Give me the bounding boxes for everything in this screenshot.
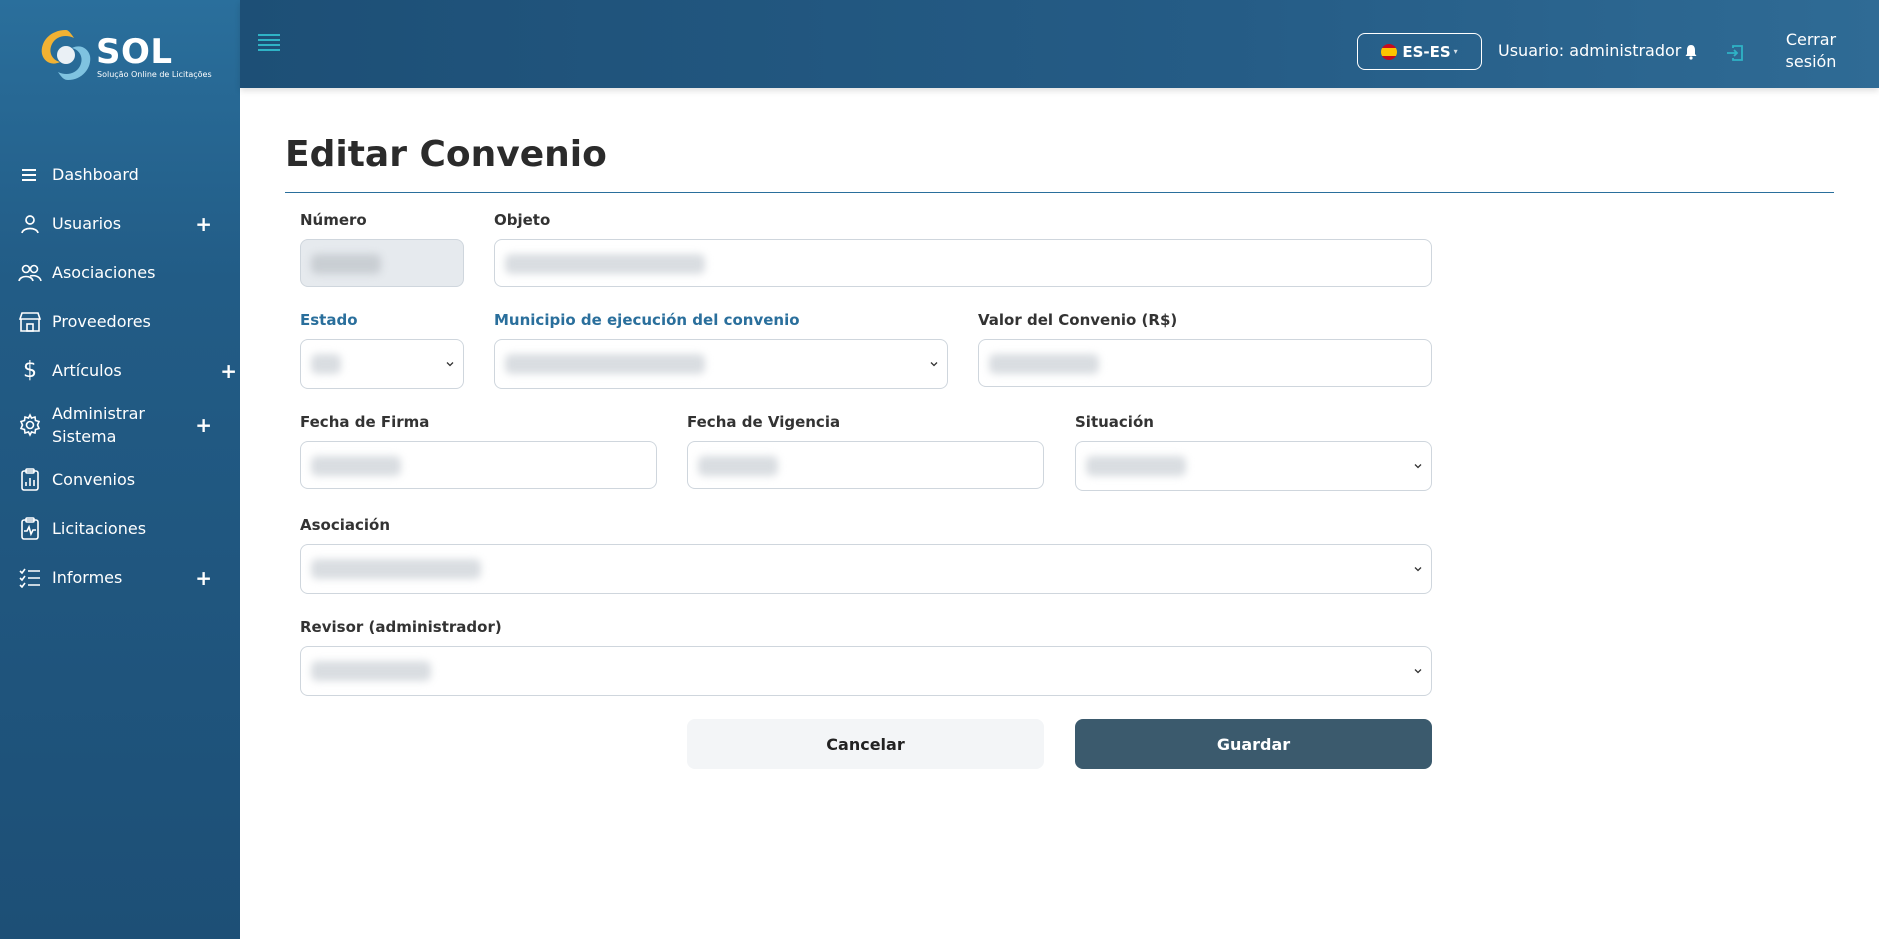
chevron-down-icon [1414,464,1422,469]
situacion-select[interactable] [1075,441,1432,491]
bell-icon[interactable] [1683,44,1699,60]
sidebar-item-label: Informes [52,568,123,587]
sidebar: SOL Solução Online de Licitações Dashboa… [0,0,240,939]
list-check-icon [18,566,42,590]
fecha-vigencia-label: Fecha de Vigencia [687,413,841,431]
expand-plus-icon[interactable]: + [195,413,212,437]
clipboard-pulse-icon [18,516,42,541]
situacion-label: Situación [1075,413,1154,431]
valor-label: Valor del Convenio (R$) [978,311,1178,329]
fecha-vigencia-field[interactable] [687,441,1044,489]
sidebar-item-label: Proveedores [52,312,151,331]
sidebar-item-label: Asociaciones [52,263,156,282]
fecha-firma-field[interactable] [300,441,657,489]
title-divider [285,192,1834,193]
users-icon [18,261,42,285]
spain-flag-icon [1381,43,1398,60]
hamburger-menu-icon[interactable] [258,34,280,52]
chevron-down-icon [1414,567,1422,572]
municipio-label: Municipio de ejecución del convenio [494,311,800,329]
expand-plus-icon[interactable]: + [195,212,212,236]
page-title: Editar Convenio [285,134,607,175]
chevron-down-icon [446,362,454,367]
logout-link[interactable]: Cerrar sesión [1776,29,1846,73]
revisor-select[interactable] [300,646,1432,696]
sidebar-item-label: Convenios [52,470,136,489]
brand-tagline: Solução Online de Licitações [97,70,212,79]
numero-field [300,239,464,287]
objeto-field[interactable] [494,239,1432,287]
sidebar-nav: Dashboard Usuarios + Asociaciones Provee… [0,150,240,602]
logout-icon[interactable] [1726,44,1744,62]
menu-icon [18,163,42,187]
sidebar-item-label: Administrar Sistema [52,404,146,446]
sidebar-item-informes[interactable]: Informes + [0,553,240,602]
sidebar-item-usuarios[interactable]: Usuarios + [0,199,240,248]
cancel-button[interactable]: Cancelar [687,719,1044,769]
chevron-down-icon [930,362,938,367]
sidebar-item-label: Usuarios [52,214,122,233]
expand-plus-icon[interactable]: + [195,566,212,590]
clipboard-chart-icon [18,467,42,492]
objeto-label: Objeto [494,211,551,229]
numero-label: Número [300,211,367,229]
sidebar-item-licitaciones[interactable]: Licitaciones [0,504,240,553]
sidebar-item-administrar-sistema[interactable]: Administrar Sistema + [0,395,240,455]
chevron-down-icon: ▾ [1453,47,1458,56]
municipio-select[interactable] [494,339,948,389]
sidebar-item-label: Licitaciones [52,519,147,538]
user-icon [18,212,42,236]
fecha-firma-label: Fecha de Firma [300,413,430,431]
gear-icon [18,413,42,437]
dollar-icon: $ [23,358,37,383]
valor-field[interactable] [978,339,1432,387]
sidebar-item-dashboard[interactable]: Dashboard [0,150,240,199]
save-button[interactable]: Guardar [1075,719,1432,769]
sidebar-item-label: Dashboard [52,165,139,184]
store-icon [18,310,42,334]
sidebar-item-convenios[interactable]: Convenios [0,455,240,504]
brand-logo[interactable]: SOL Solução Online de Licitações [38,26,212,84]
top-header: ES-ES ▾ Usuario: administrador Cerrar se… [240,0,1879,88]
language-selector[interactable]: ES-ES ▾ [1357,33,1482,70]
current-user: Usuario: administrador [1498,41,1682,60]
asociacion-label: Asociación [300,516,391,534]
logo-icon [41,30,91,80]
brand-name: SOL [96,32,173,72]
sidebar-item-articulos[interactable]: $ Artículos + [0,346,240,395]
estado-select[interactable] [300,339,464,389]
revisor-label: Revisor (administrador) [300,618,502,636]
chevron-down-icon [1414,669,1422,674]
sidebar-item-label: Artículos [52,361,122,380]
sidebar-item-proveedores[interactable]: Proveedores [0,297,240,346]
sidebar-item-asociaciones[interactable]: Asociaciones [0,248,240,297]
asociacion-select[interactable] [300,544,1432,594]
language-label: ES-ES [1402,42,1451,61]
expand-plus-icon[interactable]: + [220,359,237,383]
estado-label: Estado [300,311,358,329]
